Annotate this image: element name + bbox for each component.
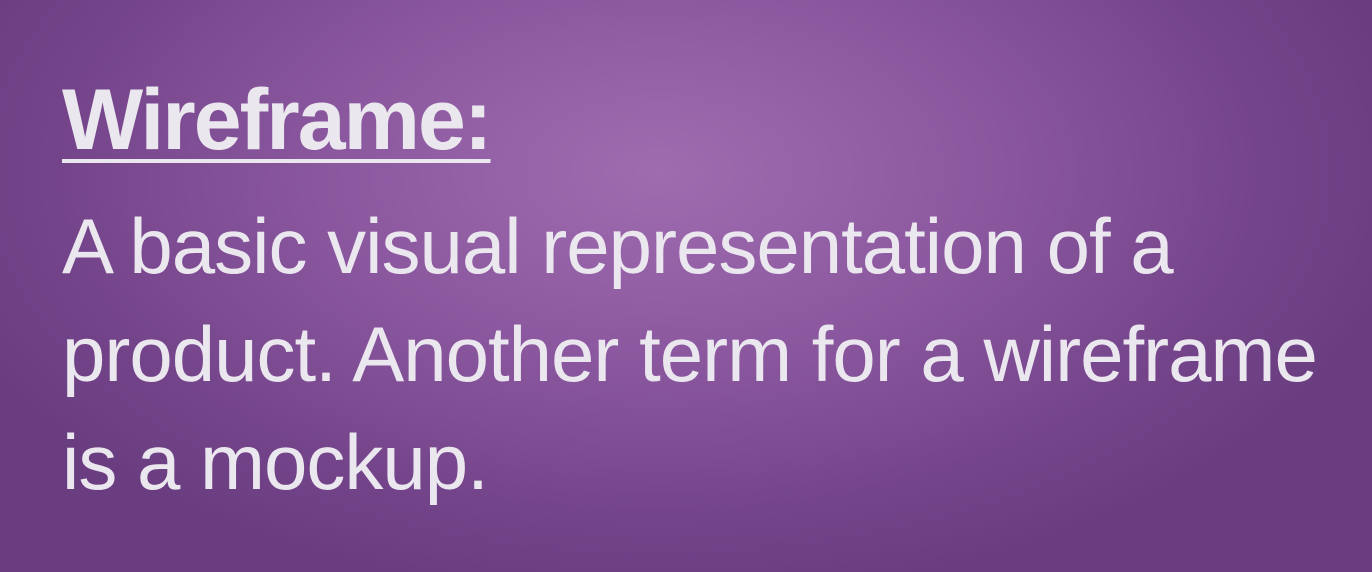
definition-text: A basic visual representation of a produ… [62,202,1318,506]
term-heading: Wireframe: [62,72,492,168]
slide: Wireframe: A basic visual representation… [0,0,1372,572]
